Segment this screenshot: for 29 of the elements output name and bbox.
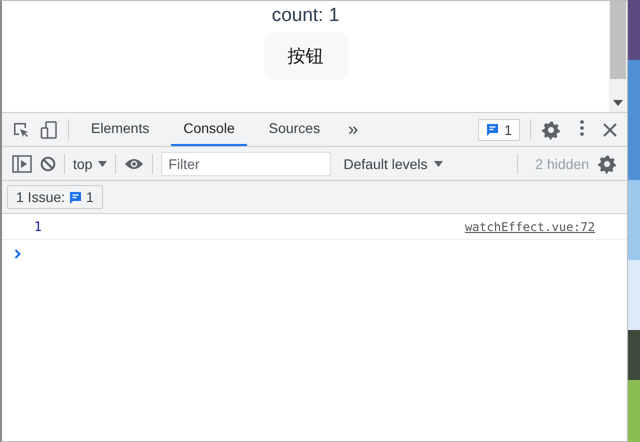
caret-icon <box>434 160 443 166</box>
count-text: count: 1 <box>272 5 340 27</box>
settings-icon[interactable] <box>597 154 617 174</box>
scroll-down-icon[interactable] <box>613 100 623 106</box>
message-icon <box>69 190 82 204</box>
issues-button[interactable]: 1 Issue: 1 <box>7 185 103 209</box>
context-dropdown[interactable]: top <box>73 156 108 172</box>
prompt-icon <box>14 249 22 259</box>
eye-icon[interactable] <box>124 156 144 170</box>
page-button[interactable]: 按钮 <box>264 32 348 80</box>
filter-field[interactable]: Filter <box>161 152 332 176</box>
levels-dropdown[interactable]: Default levels <box>343 156 443 172</box>
settings-icon[interactable] <box>541 120 561 140</box>
source-link[interactable]: watchEffect.vue:72 <box>464 220 595 235</box>
panel-tab[interactable]: Sources <box>256 113 332 146</box>
messages-button[interactable]: 1 <box>478 118 520 140</box>
close-icon[interactable] <box>603 122 617 136</box>
sidebar-icon[interactable] <box>12 154 32 172</box>
clear-console-icon[interactable] <box>40 156 56 172</box>
message-icon <box>486 123 500 136</box>
panel-tab[interactable]: Elements <box>79 113 162 146</box>
log-message: 1 <box>34 220 42 235</box>
caret-icon <box>98 160 108 166</box>
menu-icon[interactable] <box>579 119 585 137</box>
scrollbar[interactable] <box>609 1 627 112</box>
hidden-count: 2 hidden <box>535 156 589 172</box>
more-tabs-button[interactable]: » <box>348 119 358 140</box>
inspect-icon[interactable] <box>12 120 30 138</box>
device-icon[interactable] <box>40 120 58 138</box>
